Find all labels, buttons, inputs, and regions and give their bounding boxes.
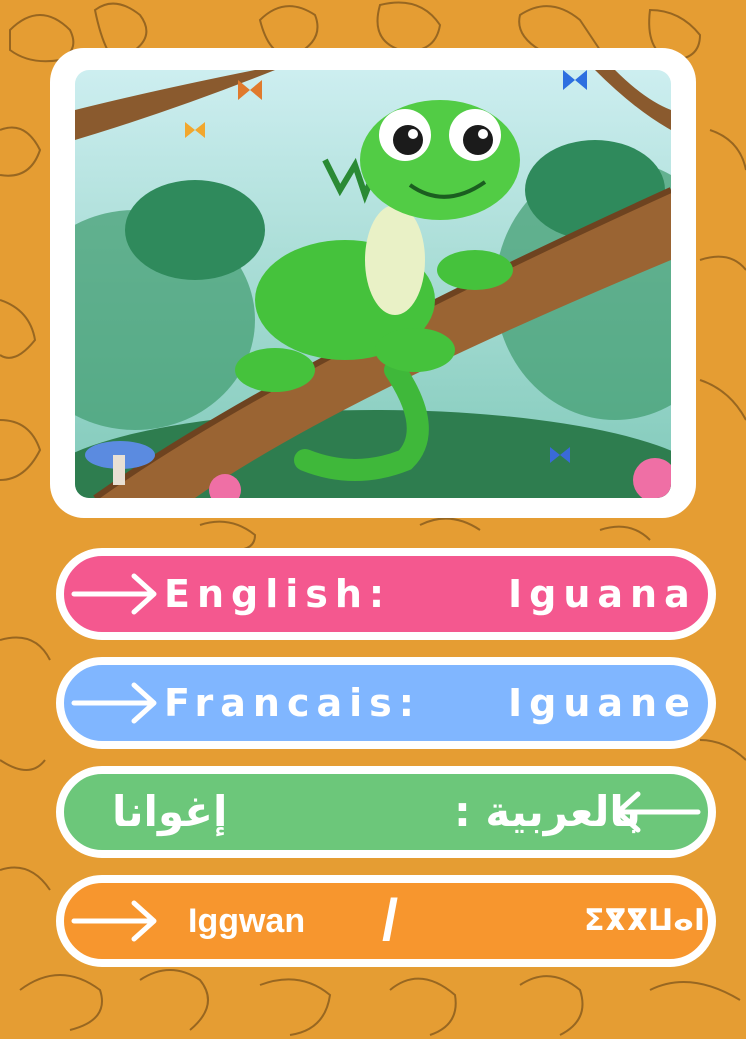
amazigh-row: Iggwan / ⵉⴳⴳⵡⴰⵏ <box>56 875 716 967</box>
iguana-illustration <box>75 70 671 498</box>
right-arrow-icon <box>71 682 157 724</box>
english-value: Iguana <box>508 572 697 616</box>
amazigh-latin-value: Iggwan <box>188 902 306 940</box>
english-row: English: Iguana <box>56 548 716 640</box>
right-arrow-icon <box>71 900 157 942</box>
separator-slash: / <box>382 888 399 953</box>
amazigh-tifinagh-value: ⵉⴳⴳⵡⴰⵏ <box>584 903 706 938</box>
illustration-frame <box>50 48 696 518</box>
english-label: English: <box>164 572 392 616</box>
arabic-value: إغوانا <box>112 787 228 836</box>
right-arrow-icon <box>71 573 157 615</box>
french-row: Francais: Iguane <box>56 657 716 749</box>
arabic-row: إغوانا بالعربية : <box>56 766 716 858</box>
french-label: Francais: <box>164 681 421 725</box>
french-value: Iguane <box>508 681 697 725</box>
left-arrow-icon <box>615 791 701 833</box>
